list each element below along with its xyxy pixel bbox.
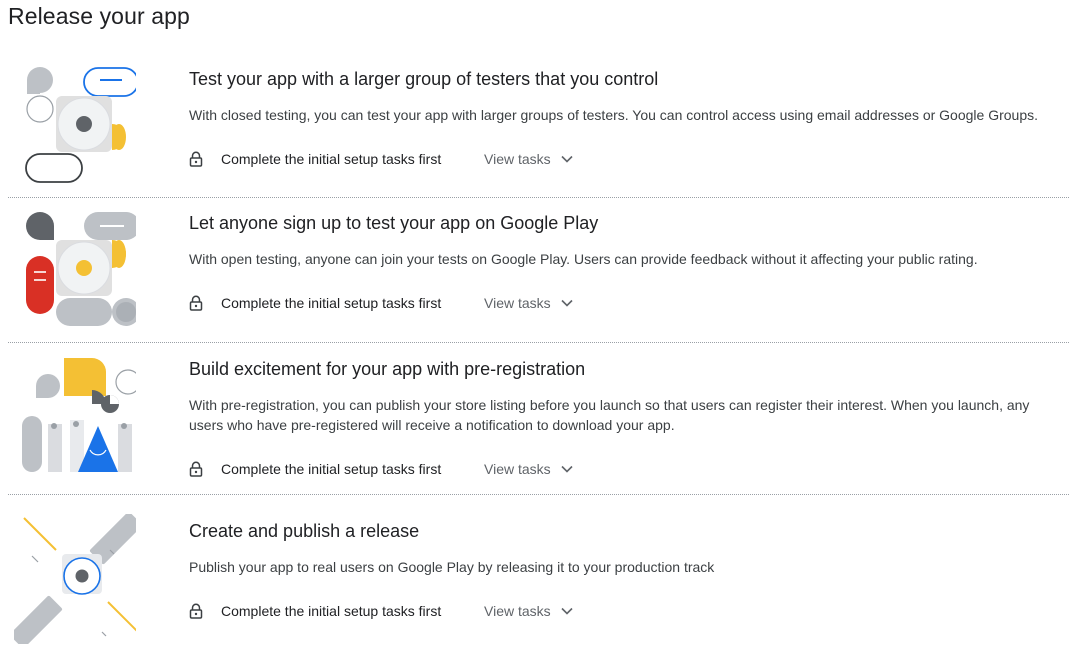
lock-icon [189, 151, 203, 167]
setup-required-text: Complete the initial setup tasks first [221, 461, 442, 477]
chevron-down-icon [561, 607, 573, 615]
setup-required-text: Complete the initial setup tasks first [221, 295, 442, 311]
view-tasks-button[interactable]: View tasks [484, 151, 573, 167]
section-description: With closed testing, you can test your a… [189, 107, 1039, 123]
view-tasks-label: View tasks [484, 295, 551, 311]
section-title: Let anyone sign up to test your app on G… [189, 213, 599, 233]
open-testing-illustration [14, 208, 136, 330]
view-tasks-button[interactable]: View tasks [484, 603, 573, 619]
view-tasks-label: View tasks [484, 461, 551, 477]
section-divider [8, 342, 1069, 343]
section-title: Build excitement for your app with pre-r… [189, 359, 586, 379]
chevron-down-icon [561, 155, 573, 163]
lock-icon [189, 461, 203, 477]
section-divider [8, 494, 1069, 495]
setup-required-text: Complete the initial setup tasks first [221, 151, 442, 167]
closed-testing-illustration [14, 66, 136, 188]
view-tasks-label: View tasks [484, 151, 551, 167]
setup-required-text: Complete the initial setup tasks first [221, 603, 442, 619]
chevron-down-icon [561, 299, 573, 307]
section-title: Test your app with a larger group of tes… [189, 69, 659, 89]
section-description: With pre-registration, you can publish y… [189, 397, 1030, 433]
lock-icon [189, 603, 203, 619]
view-tasks-button[interactable]: View tasks [484, 295, 573, 311]
view-tasks-label: View tasks [484, 603, 551, 619]
section-divider [8, 197, 1069, 198]
view-tasks-button[interactable]: View tasks [484, 461, 573, 477]
production-release-illustration [14, 514, 136, 644]
lock-icon [189, 295, 203, 311]
section-description: With open testing, anyone can join your … [189, 251, 978, 267]
chevron-down-icon [561, 465, 573, 473]
pre-registration-illustration [14, 354, 136, 476]
section-description: Publish your app to real users on Google… [189, 559, 715, 575]
page-title: Release your app [8, 3, 190, 29]
section-title: Create and publish a release [189, 521, 420, 541]
